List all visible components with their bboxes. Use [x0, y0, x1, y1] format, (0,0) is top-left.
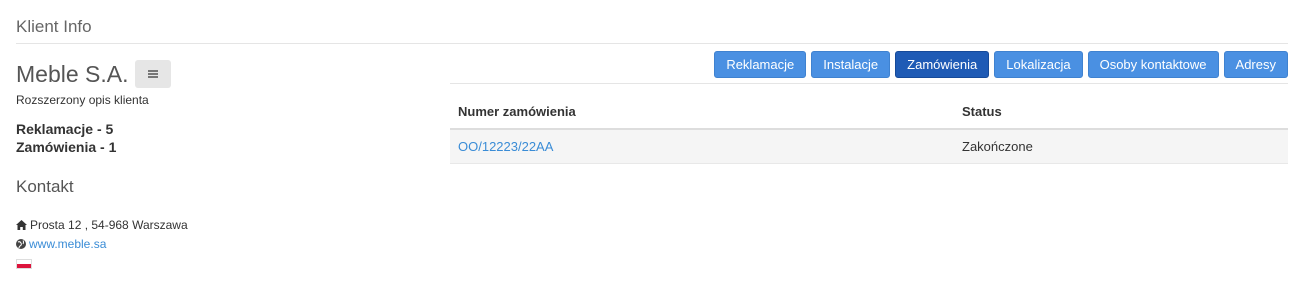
- client-description: Rozszerzony opis klienta: [16, 93, 149, 107]
- tab-reklamacje[interactable]: Reklamacje: [714, 51, 807, 78]
- client-menu-button[interactable]: [134, 60, 171, 88]
- tab-bar: Reklamacje Instalacje Zamówienia Lokaliz…: [714, 51, 1288, 78]
- client-header: Meble S.A.: [16, 60, 171, 88]
- orders-count: Zamówienia - 1: [16, 139, 117, 155]
- tab-divider: [450, 83, 1288, 84]
- poland-flag-icon: [16, 259, 32, 269]
- client-stats: Reklamacje - 5 Zamówienia - 1: [16, 120, 116, 156]
- tab-osoby-kontaktowe[interactable]: Osoby kontaktowe: [1087, 51, 1219, 78]
- page-title: Klient Info: [16, 17, 92, 36]
- tab-lokalizacja[interactable]: Lokalizacja: [994, 51, 1083, 78]
- address-line: Prosta 12 , 54-968 Warszawa: [16, 218, 188, 232]
- order-status-cell: Zakończone: [954, 129, 1288, 164]
- client-name: Meble S.A.: [16, 61, 129, 87]
- order-number-cell: OO/12223/22AA: [450, 129, 954, 164]
- website-line: www.meble.sa: [16, 237, 106, 251]
- order-number-link[interactable]: OO/12223/22AA: [458, 139, 553, 154]
- title-divider: [16, 43, 1288, 44]
- column-header-status[interactable]: Status: [954, 94, 1288, 130]
- hamburger-icon: [147, 70, 158, 78]
- column-header-order-number[interactable]: Numer zamówienia: [450, 94, 954, 130]
- website-link[interactable]: www.meble.sa: [29, 237, 106, 251]
- tab-instalacje[interactable]: Instalacje: [811, 51, 891, 78]
- orders-table: Numer zamówienia Status OO/12223/22AA Za…: [450, 94, 1288, 164]
- table-row[interactable]: OO/12223/22AA Zakończone: [450, 129, 1288, 164]
- contact-heading: Kontakt: [16, 177, 74, 196]
- tab-adresy[interactable]: Adresy: [1223, 51, 1288, 78]
- globe-icon: [16, 239, 26, 249]
- tab-zamowienia[interactable]: Zamówienia: [895, 51, 990, 78]
- address-text: Prosta 12 , 54-968 Warszawa: [30, 218, 188, 232]
- complaints-count: Reklamacje - 5: [16, 121, 114, 137]
- table-header-row: Numer zamówienia Status: [450, 94, 1288, 130]
- home-icon: [16, 220, 27, 230]
